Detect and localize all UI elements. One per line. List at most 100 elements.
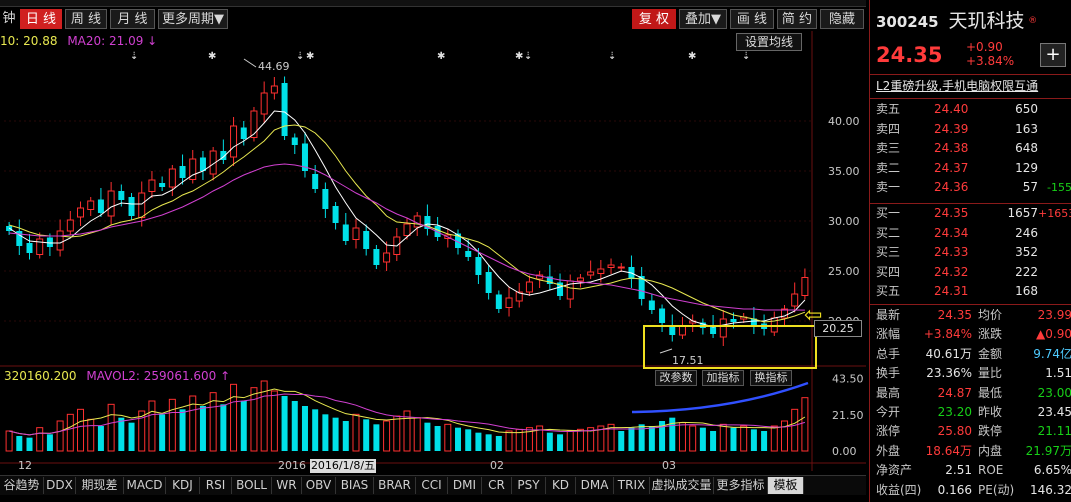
indicator-tab[interactable]: KD [546,477,576,494]
draw-line-button[interactable]: 画 线 [730,9,774,29]
volume-axis-label: 21.50 [832,409,864,422]
order-book-row[interactable]: 卖四 24.39 163 [876,120,1071,139]
candle [250,107,258,142]
candle [332,202,339,230]
candle [291,133,298,154]
news-link[interactable]: L2重磅升级,手机电脑权限互通 [876,77,1071,96]
level-label: 卖一 [876,180,901,194]
indicator-tab[interactable]: CR [482,477,512,494]
highlight-box [643,325,817,369]
overlay-dropdown[interactable]: 叠加▼ [679,9,727,29]
level-volume: 57 [1022,180,1038,194]
indicator-tab[interactable]: DMI [448,477,482,494]
indicator-tab[interactable]: KDJ [166,477,200,494]
stat-row: 净资产 2.51 ROE 6.65% [876,461,1071,480]
ma-settings-button[interactable]: 设置均线 [736,33,802,51]
order-book-row[interactable]: 买四 24.32 222 [876,263,1071,282]
indicator-tab[interactable]: WR [272,477,302,494]
event-marker-icon[interactable]: ⇣ [296,51,304,62]
period-week-button[interactable]: 周 线 [65,9,107,29]
more-periods-dropdown[interactable]: 更多周期▼ [158,9,228,29]
hide-button[interactable]: 隐藏 [820,9,864,29]
indicator-tab[interactable]: RSI [200,477,232,494]
indicator-tab[interactable]: CCI [416,477,448,494]
indicator-tab[interactable]: DMA [576,477,614,494]
order-book-row[interactable]: 卖二 24.37 129 [876,159,1071,178]
price-axis-label: 25.00 [828,265,860,278]
order-book-row[interactable]: 买五 24.31 168 [876,282,1071,301]
stat-row: 收益(四) 0.166 PE(动) 146.32 [876,481,1071,500]
order-book-row[interactable]: 买三 24.33 352 [876,243,1071,262]
indicator-tab[interactable]: DDX [44,477,76,494]
stat-label: ROE [978,463,1004,478]
indicator-tab[interactable]: 虚拟成交量 [650,477,714,494]
order-book-row[interactable]: 买一 24.35 1657+1653 [876,204,1071,223]
price-change-pct: +3.84% [966,54,1015,68]
period-month-button[interactable]: 月 线 [110,9,155,29]
volume-bar [628,427,635,451]
volume-bar [770,425,778,452]
simple-mode-button[interactable]: 简 约 [777,9,817,29]
order-book-row[interactable]: 买二 24.34 246 [876,224,1071,243]
event-marker-icon[interactable]: ✱ [688,51,696,62]
stat-value: 40.61万 [925,346,972,361]
indicator-tab[interactable]: BOLL [232,477,272,494]
volume-bar [250,387,258,452]
volume-bar [56,420,64,452]
stock-name: 天玑科技 [948,10,1025,32]
stat-label: 净资产 [876,463,913,478]
indicator-tab[interactable]: 期现差 [76,477,124,494]
event-marker-icon[interactable]: ⇣ [130,51,138,62]
stat-label: 内盘 [978,443,1003,458]
level-change: +1653 [1038,207,1071,220]
order-book-row[interactable]: 卖一 24.36 57 -155 [876,178,1071,197]
candle [373,245,380,269]
candle [220,139,227,164]
event-marker-icon[interactable]: ⇣ [524,51,532,62]
candle [77,201,85,226]
order-book-row[interactable]: 卖三 24.38 648 [876,139,1071,158]
ma20-legend: MA20: 21.09 ↓ [67,34,158,48]
swap-indicator-button[interactable]: 换指标 [750,370,792,386]
add-indicator-button[interactable]: 加指标 [702,370,744,386]
kline-chart[interactable]: 40.0035.0030.0025.0020.0043.5021.500.001… [0,31,866,471]
event-marker-icon[interactable]: ✱ [437,51,445,62]
level-volume: 246 [1015,225,1038,240]
volume-bar [5,430,13,452]
level-volume: 648 [1015,141,1038,155]
indicator-tab[interactable]: PSY [512,477,546,494]
stat-label: 总手 [876,346,901,361]
stat-label: 最新 [876,308,901,322]
event-marker-icon[interactable]: ✱ [515,51,523,62]
indicator-tab[interactable]: MACD [124,477,166,494]
candlesticks [6,76,809,346]
stat-label: 昨收 [978,405,1003,419]
candle [66,211,74,235]
indicator-tab[interactable]: 更多指标 [714,477,768,494]
event-marker-icon[interactable]: ✱ [306,51,314,62]
event-marker-icon[interactable]: ✱ [208,51,216,62]
stat-label: 涨幅 [876,327,901,342]
volume-bar [148,400,156,452]
add-watchlist-button[interactable]: + [1040,43,1066,67]
indicator-tab[interactable]: 谷趋势 [0,477,44,494]
stat-row: 最高 24.87 最低 23.00 [876,384,1071,403]
order-book-row[interactable]: 卖五 24.40 650 [876,100,1071,119]
level-volume: 168 [1015,284,1038,298]
restore-rights-button[interactable]: 复 权 [632,9,676,29]
candle [638,267,645,306]
indicator-tab[interactable]: TRIX [614,477,650,494]
edit-params-button[interactable]: 改参数 [655,370,697,386]
stat-value: 18.64万 [925,443,972,458]
indicator-tab[interactable]: BRAR [374,477,416,494]
candle [301,132,308,178]
event-marker-icon[interactable]: ⇣ [608,51,616,62]
period-minute-button[interactable]: 钟 [0,9,18,29]
event-marker-icon[interactable]: ⇣ [742,51,750,62]
level-price: 24.32 [934,264,969,279]
indicator-tab[interactable]: BIAS [336,477,374,494]
indicator-tab-bar: 谷趋势 DDX 期现差 MACD KDJ RSI BOLL WR OBV BIAS BRAR CCI D… [0,475,866,495]
indicator-tab[interactable]: 模板 [768,477,804,494]
period-day-button[interactable]: 日 线 [20,9,62,29]
indicator-tab[interactable]: OBV [302,477,336,494]
